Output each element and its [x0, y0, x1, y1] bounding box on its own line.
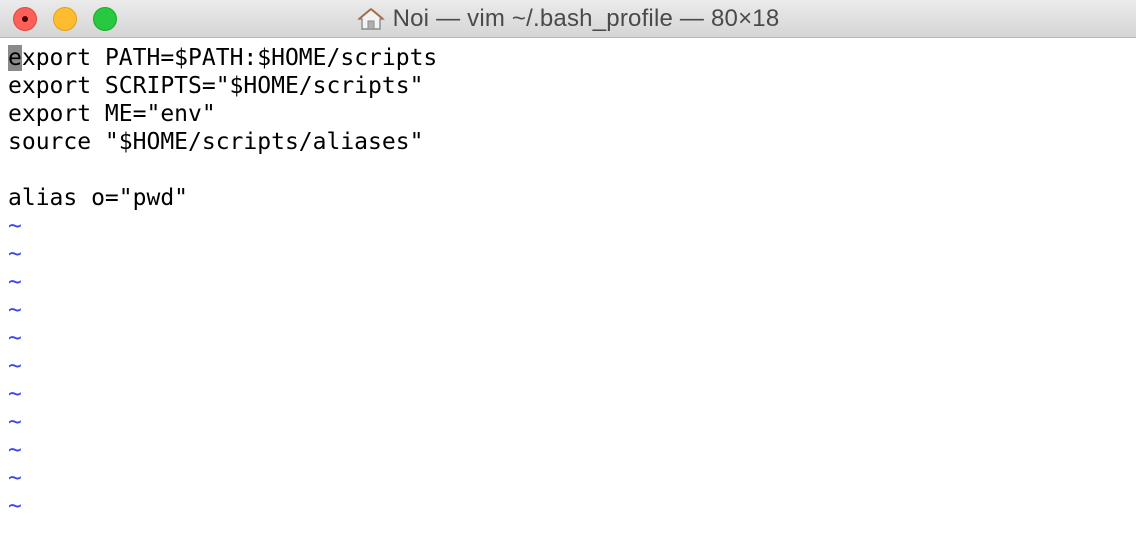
close-button[interactable] — [13, 7, 37, 31]
empty-line-marker: ~ — [8, 269, 22, 295]
home-icon — [356, 8, 385, 30]
editor-line: export PATH=$PATH:$HOME/scripts — [8, 44, 1136, 72]
window-title-group: Noi — vim ~/.bash_profile — 80×18 — [0, 0, 1136, 38]
terminal-content[interactable]: export PATH=$PATH:$HOME/scripts export S… — [0, 38, 1136, 556]
minimize-button[interactable] — [53, 7, 77, 31]
editor-line: export ME="env" — [8, 101, 216, 127]
editor-line: alias o="pwd" — [8, 185, 189, 211]
empty-line-marker: ~ — [8, 213, 22, 239]
empty-line-marker: ~ — [8, 437, 22, 463]
text-cursor: e — [8, 45, 22, 71]
window-title: Noi — vim ~/.bash_profile — 80×18 — [392, 5, 780, 32]
empty-line-marker: ~ — [8, 353, 22, 379]
zoom-button[interactable] — [93, 7, 117, 31]
editor-line: source "$HOME/scripts/aliases" — [8, 129, 424, 155]
empty-line-marker: ~ — [8, 409, 22, 435]
terminal-window: Noi — vim ~/.bash_profile — 80×18 export… — [0, 0, 1136, 556]
empty-line-marker: ~ — [8, 493, 22, 519]
empty-line-marker: ~ — [8, 465, 22, 491]
close-icon — [22, 16, 28, 22]
editor-line: export SCRIPTS="$HOME/scripts" — [8, 73, 424, 99]
empty-line-marker: ~ — [8, 381, 22, 407]
line-text: xport PATH=$PATH:$HOME/scripts — [21, 45, 438, 71]
empty-line-marker: ~ — [8, 241, 22, 267]
empty-line-marker: ~ — [8, 297, 22, 323]
empty-line-marker: ~ — [8, 325, 22, 351]
title-bar[interactable]: Noi — vim ~/.bash_profile — 80×18 — [0, 0, 1136, 38]
